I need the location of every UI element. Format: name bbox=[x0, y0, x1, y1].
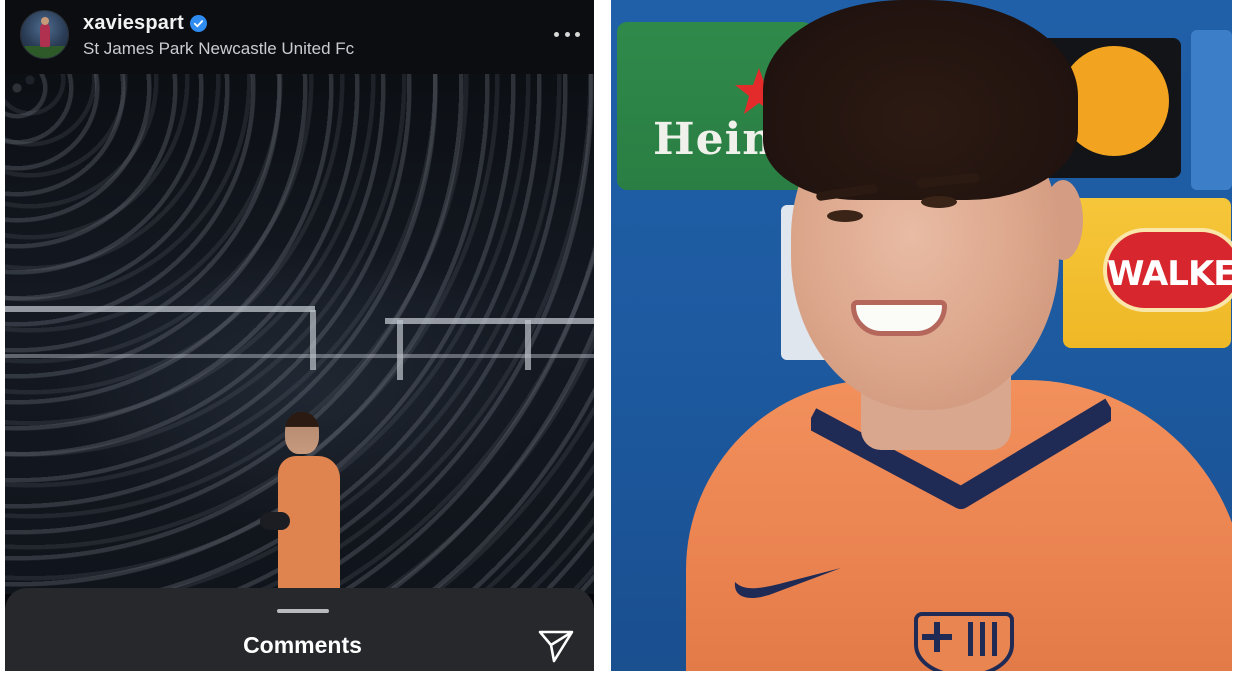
verified-badge-icon bbox=[189, 15, 207, 32]
send-icon[interactable] bbox=[537, 628, 575, 664]
smile bbox=[851, 300, 947, 336]
right-eye bbox=[921, 196, 957, 208]
username[interactable]: xaviespart bbox=[83, 12, 184, 35]
hair bbox=[763, 0, 1078, 200]
post-image bbox=[5, 74, 594, 594]
sheet-grabber[interactable] bbox=[277, 609, 329, 613]
walkers-board: WALKER bbox=[1063, 198, 1232, 348]
post-header: xaviespart St James Park Newcastle Unite… bbox=[5, 0, 594, 74]
interview-photo: Heine WALKER bbox=[611, 0, 1232, 671]
instagram-post: xaviespart St James Park Newcastle Unite… bbox=[5, 0, 594, 671]
club-crest bbox=[914, 612, 1014, 671]
walkers-text: WALKER bbox=[1107, 254, 1232, 294]
avatar[interactable] bbox=[20, 10, 69, 59]
username-row: xaviespart bbox=[83, 12, 207, 35]
sponsor-board bbox=[1191, 30, 1232, 190]
comments-title: Comments bbox=[243, 632, 362, 658]
left-eye bbox=[827, 210, 863, 222]
post-location[interactable]: St James Park Newcastle United Fc bbox=[83, 39, 354, 59]
comments-sheet: Comments bbox=[5, 588, 594, 671]
nike-swoosh-icon bbox=[734, 568, 841, 598]
player-figure bbox=[260, 412, 355, 594]
more-options-icon[interactable] bbox=[554, 24, 580, 44]
